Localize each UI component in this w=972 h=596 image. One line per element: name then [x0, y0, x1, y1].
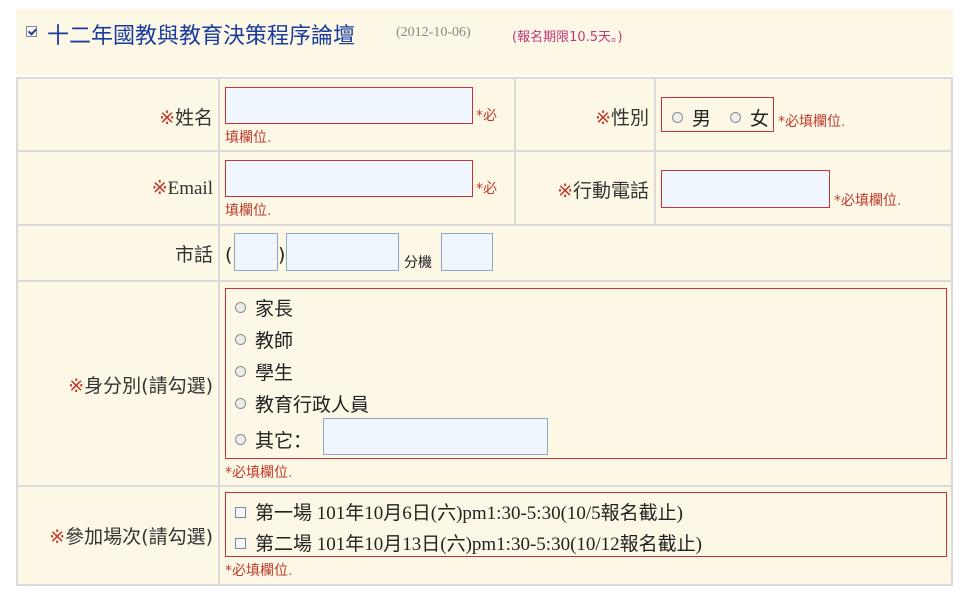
session-field-cell: 第一場 101年10月6日(六)pm1:30-5:30(10/5報名截止) 第二…	[220, 487, 951, 584]
event-title: 十二年國教與教育決策程序論壇	[47, 24, 356, 49]
session-label: ※參加場次(請勾選)	[49, 526, 213, 548]
event-date: (2012-10-06)	[396, 25, 471, 40]
identity-option-parent[interactable]: 家長	[235, 294, 293, 321]
identity-label: ※身分別(請勾選)	[68, 375, 213, 397]
name-input[interactable]	[225, 87, 473, 124]
name-required-note-2: 填欄位.	[225, 130, 272, 146]
identity-required-note: *必填欄位.	[225, 465, 293, 481]
session-option-1[interactable]: 第一場 101年10月6日(六)pm1:30-5:30(10/5報名截止)	[235, 498, 683, 525]
radio-icon[interactable]	[235, 434, 246, 445]
session-required-note: *必填欄位.	[225, 563, 293, 579]
area-code-input[interactable]	[234, 233, 278, 271]
checkbox-icon[interactable]	[235, 538, 246, 550]
gender-label-cell: ※性別	[516, 79, 654, 150]
mobile-input[interactable]	[661, 170, 830, 208]
event-header: 十二年國教與教育決策程序論壇 (2012-10-06) (報名期限10.5天。)	[16, 9, 953, 75]
gender-field-cell: 男 女 *必填欄位.	[656, 79, 951, 150]
gender-option-female[interactable]: 女	[730, 104, 769, 131]
radio-icon[interactable]	[730, 112, 741, 123]
radio-icon[interactable]	[672, 112, 683, 123]
email-required-note-1: *必	[476, 181, 497, 197]
identity-label-cell: ※身分別(請勾選)	[18, 282, 218, 485]
gender-required-note: *必填欄位.	[778, 114, 846, 130]
name-label-cell: ※姓名	[18, 79, 218, 150]
email-label: ※Email	[151, 178, 213, 199]
gender-label: ※性別	[595, 107, 649, 129]
extension-input[interactable]	[441, 233, 493, 271]
email-required-note-2: 填欄位.	[225, 203, 272, 219]
radio-icon[interactable]	[235, 366, 246, 377]
name-field-cell: *必 填欄位.	[220, 79, 514, 150]
email-input[interactable]	[225, 160, 473, 197]
mobile-label-cell: ※行動電話	[516, 152, 654, 224]
event-checkbox[interactable]	[26, 26, 37, 37]
phone-label-cell: 市話	[18, 226, 218, 280]
session-options-box: 第一場 101年10月6日(六)pm1:30-5:30(10/5報名截止) 第二…	[225, 492, 947, 557]
mobile-field-cell: *必填欄位.	[656, 152, 951, 224]
extension-label: 分機	[404, 255, 432, 271]
registration-form: ※姓名 *必 填欄位. ※性別 男 女 *必填欄位. ※Email *必 填欄位…	[16, 77, 953, 586]
identity-option-teacher[interactable]: 教師	[235, 326, 293, 353]
name-label: ※姓名	[159, 107, 213, 129]
email-label-cell: ※Email	[18, 152, 218, 224]
radio-icon[interactable]	[235, 398, 246, 409]
registration-limit: (報名期限10.5天。)	[512, 30, 623, 45]
identity-option-other[interactable]: 其它：	[235, 426, 312, 453]
name-required-note-1: *必	[476, 108, 497, 124]
gender-option-male[interactable]: 男	[672, 104, 711, 131]
radio-icon[interactable]	[235, 334, 246, 345]
phone-close-paren: )	[278, 244, 286, 266]
radio-icon[interactable]	[235, 302, 246, 313]
phone-open-paren: (	[225, 244, 233, 266]
identity-option-admin[interactable]: 教育行政人員	[235, 390, 369, 417]
phone-number-input[interactable]	[286, 233, 399, 271]
gender-options-box: 男 女	[661, 97, 774, 132]
phone-label: 市話	[174, 244, 213, 266]
email-field-cell: *必 填欄位.	[220, 152, 514, 224]
identity-field-cell: 家長 教師 學生 教育行政人員 其它： *必填欄位.	[220, 282, 951, 485]
session-option-2[interactable]: 第二場 101年10月13日(六)pm1:30-5:30(10/12報名截止)	[235, 529, 702, 556]
identity-other-input[interactable]	[323, 418, 548, 455]
mobile-label: ※行動電話	[557, 180, 649, 202]
phone-field-cell: ( ) 分機	[220, 226, 951, 280]
mobile-required-note: *必填欄位.	[834, 193, 902, 209]
identity-options-box: 家長 教師 學生 教育行政人員 其它：	[225, 288, 947, 459]
checkbox-icon[interactable]	[235, 507, 246, 519]
identity-option-student[interactable]: 學生	[235, 358, 293, 385]
session-label-cell: ※參加場次(請勾選)	[18, 487, 218, 584]
